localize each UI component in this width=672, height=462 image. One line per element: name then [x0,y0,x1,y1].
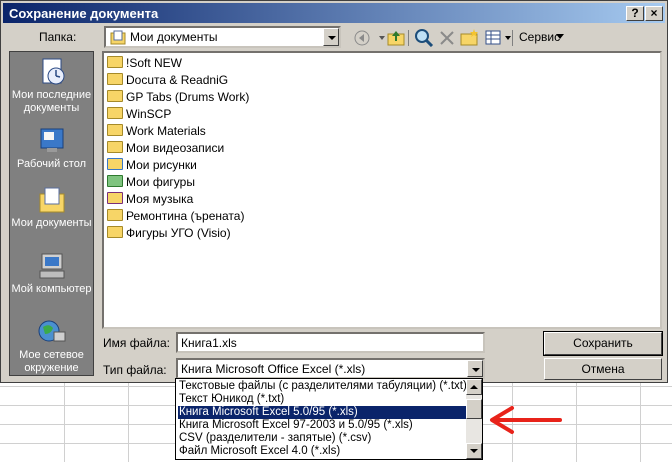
list-item[interactable]: Docuта & ReadniG [107,72,228,88]
filetype-label: Тип файла: [103,363,167,377]
file-list[interactable]: !Soft NEW Docuта & ReadniG GP Tabs (Drum… [102,51,662,329]
views-button[interactable] [484,28,514,47]
folder-label: Папка: [39,30,77,44]
tools-menu[interactable]: Сервис [519,30,560,44]
places-bar: Мои последние документы Рабочий стол Мои… [9,51,94,376]
title-bar: Сохранение документа ? × [3,3,665,23]
dialog-title: Сохранение документа [9,6,159,21]
search-web-button[interactable] [414,28,434,47]
shapes-folder-icon [107,175,123,187]
scroll-up-button[interactable] [466,379,482,395]
delete-button[interactable] [438,28,456,47]
close-button[interactable]: × [645,6,663,21]
place-label: Мое сетевое окружение [19,349,84,374]
filetype-option[interactable]: Текстовые файлы (с разделителями табуляц… [178,380,467,393]
folder-icon [107,209,123,221]
folder-value: Мои документы [130,30,218,44]
place-label: Мои документы [11,217,92,229]
desktop-icon [40,128,63,152]
folder-icon [107,73,123,85]
chevron-down-icon [556,34,564,39]
list-item[interactable]: Мои видеозаписи [107,140,224,156]
folder-icon [107,124,123,136]
list-item[interactable]: Мои фигуры [107,174,195,190]
red-arrow-annotation [490,406,562,434]
recent-docs-icon [42,58,64,85]
music-folder-icon [107,192,123,204]
filename-input[interactable] [176,332,485,353]
place-recent[interactable]: Мои последние документы [10,56,93,115]
filename-label: Имя файла: [103,336,170,350]
pictures-folder-icon [107,158,123,170]
filetype-dropdown-button[interactable] [467,360,483,377]
new-folder-button[interactable] [460,28,480,47]
folder-icon [107,107,123,119]
list-item[interactable]: !Soft NEW [107,55,182,71]
list-item[interactable]: WinSCP [107,106,171,122]
filetype-select[interactable]: Книга Microsoft Office Excel (*.xls) [176,358,485,379]
cancel-button[interactable]: Отмена [544,358,662,380]
list-item[interactable]: Фигуры УГО (Visio) [107,225,231,241]
place-network[interactable]: Мое сетевое окружение [10,316,93,375]
list-item[interactable]: Моя музыка [107,191,193,207]
place-desktop[interactable]: Рабочий стол [10,125,93,171]
dropdown-scrollbar[interactable] [466,379,482,459]
list-item[interactable]: Work Materials [107,123,206,139]
folder-icon [107,56,123,68]
place-label: Рабочий стол [16,158,87,170]
help-button[interactable]: ? [626,6,644,21]
scroll-thumb[interactable] [466,399,482,419]
place-label: Мой компьютер [11,283,92,295]
chevron-down-icon [470,449,478,453]
my-computer-icon [39,253,64,279]
up-folder-button[interactable] [386,28,406,47]
place-label: Мои последние документы [11,89,92,114]
scroll-down-button[interactable] [466,443,482,459]
folder-icon [107,141,123,153]
list-item[interactable]: Мои рисунки [107,157,197,173]
place-my-documents[interactable]: Мои документы [10,184,93,230]
save-button[interactable]: Сохранить [543,331,663,356]
filetype-value: Книга Microsoft Office Excel (*.xls) [181,362,366,376]
filetype-option[interactable]: Файл Microsoft Excel 4.0 (*.xls) [178,445,467,458]
my-documents-icon [39,187,64,213]
folder-icon [107,90,123,102]
filetype-option[interactable]: CSV (разделители - запятые) (*.csv) [178,432,467,445]
save-dialog: Сохранение документа ? × Папка: Мои доку… [0,0,668,383]
filetype-option-selected[interactable]: Книга Microsoft Excel 5.0/95 (*.xls) [178,406,467,419]
list-item[interactable]: Ремонтина (ърената) [107,208,244,224]
folder-dropdown-button[interactable] [323,28,339,46]
network-icon [38,320,65,342]
list-item[interactable]: GP Tabs (Drums Work) [107,89,249,105]
place-my-computer[interactable]: Мой компьютер [10,250,93,296]
filetype-option[interactable]: Текст Юникод (*.txt) [178,393,467,406]
filetype-option[interactable]: Книга Microsoft Excel 97-2003 и 5.0/95 (… [178,419,467,432]
back-button[interactable] [353,29,387,47]
chevron-up-icon [470,385,478,389]
folder-combo[interactable]: Мои документы [104,26,341,48]
folder-icon [107,226,123,238]
my-documents-icon [110,30,126,45]
filetype-dropdown-list[interactable]: Текстовые файлы (с разделителями табуляц… [175,378,483,460]
